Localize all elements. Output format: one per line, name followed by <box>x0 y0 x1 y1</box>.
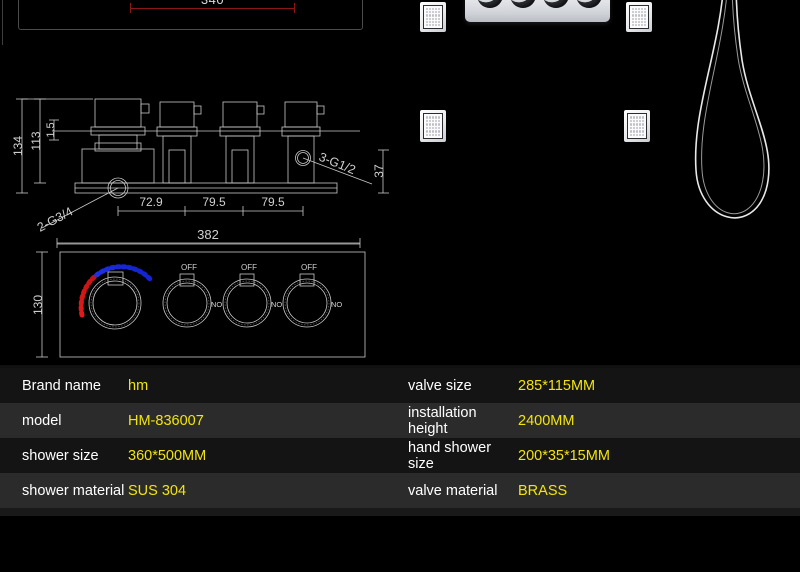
shower-hose <box>694 0 770 219</box>
note-3-g12: 3-G1/2 <box>317 150 358 177</box>
page-bottom-background <box>0 528 800 572</box>
table-row: shower size 360*500MM hand shower size 2… <box>0 438 800 473</box>
knob-2-off-label: OFF <box>181 263 197 272</box>
table-row: model HM-836007 installation height 2400… <box>0 403 800 438</box>
spec-label-hand-shower-size: hand shower size <box>408 439 492 472</box>
dim-37: 37 <box>372 164 386 178</box>
knob-4-on-label: NO <box>331 300 342 309</box>
valve-panel-photo <box>465 0 610 22</box>
dim-79-5-b: 79.5 <box>261 195 285 209</box>
spec-label-installation-height: installation height <box>408 404 477 437</box>
body-jet-top-left <box>420 2 446 32</box>
spec-value-shower-size: 360*500MM <box>128 447 207 464</box>
dim-113: 113 <box>29 131 43 150</box>
valve-knob-3 <box>543 0 569 8</box>
knob-3-off-label: OFF <box>241 263 257 272</box>
spec-label-shower-size: shower size <box>22 447 99 464</box>
spec-value-shower-material: SUS 304 <box>128 482 187 499</box>
valve-knob-4 <box>576 0 602 8</box>
spec-label-brand-name: Brand name <box>22 377 101 394</box>
valve-knob-1 <box>477 0 503 8</box>
table-row: shower material SUS 304 valve material B… <box>0 473 800 508</box>
jet-nozzle-grid <box>423 5 443 29</box>
jet-nozzle-grid <box>423 113 443 139</box>
spec-value-installation-height: 2400MM <box>518 412 575 429</box>
body-jet-mid-right <box>624 110 650 142</box>
cad-drawing: 134 113 1.5 37 72.9 79.5 79.5 382 2-G3/4… <box>11 98 389 358</box>
knob-4-off-label: OFF <box>301 263 317 272</box>
jet-nozzle-grid <box>629 5 649 29</box>
dim-72-9: 72.9 <box>139 195 163 209</box>
body-jet-top-right <box>626 2 652 32</box>
spec-value-hand-shower-size: 200*35*15MM <box>518 447 610 464</box>
dim-1-5: 1.5 <box>45 122 57 137</box>
body-jet-mid-left <box>420 110 446 142</box>
table-footer-strip <box>0 508 800 516</box>
spec-label-valve-size: valve size <box>408 377 472 394</box>
jet-nozzle-grid <box>627 113 647 139</box>
dim-382-side: 382 <box>197 227 219 242</box>
spec-label-valve-material: valve material <box>408 482 498 499</box>
spec-value-brand-name: hm <box>128 377 149 394</box>
valve-knob-2 <box>510 0 536 8</box>
spec-value-valve-size: 285*115MM <box>518 377 596 394</box>
knob-3-on-label: NO <box>271 300 282 309</box>
dim-130: 130 <box>31 295 45 315</box>
spec-label-shower-material: shower material <box>22 482 125 499</box>
note-2-g34: 2-G3/4 <box>35 204 75 234</box>
knob-2-on-label: NO <box>211 300 222 309</box>
table-row: Brand name hm valve size 285*115MM <box>0 368 800 403</box>
specification-table: Brand name hm valve size 285*115MM model… <box>0 365 800 516</box>
spec-value-model: HM-836007 <box>128 412 204 429</box>
dim-134: 134 <box>11 136 25 156</box>
dim-79-5-a: 79.5 <box>202 195 226 209</box>
spec-value-valve-material: BRASS <box>518 482 568 499</box>
product-photo-area: 340 <box>0 0 800 365</box>
spec-label-model: model <box>22 412 62 429</box>
